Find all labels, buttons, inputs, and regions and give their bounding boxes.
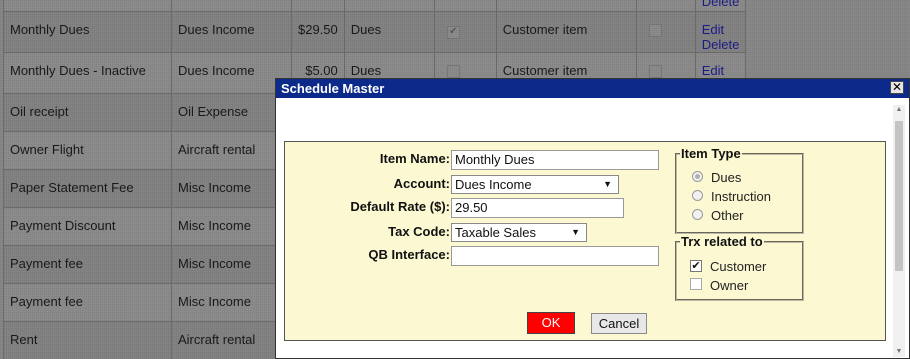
item-type-instruction-label: Instruction bbox=[711, 189, 771, 204]
scroll-down-icon[interactable]: ▼ bbox=[893, 347, 905, 357]
chevron-down-icon: ▼ bbox=[603, 179, 612, 189]
row-account: Aircraft rental bbox=[171, 131, 292, 170]
row-account: Dues Income bbox=[171, 52, 292, 94]
row-name: Payment fee bbox=[3, 245, 172, 284]
row-actions: Delete bbox=[694, 0, 747, 12]
row-account: Misc Income bbox=[171, 207, 292, 246]
owner-checkbox[interactable] bbox=[690, 278, 702, 290]
scroll-up-icon[interactable]: ▲ bbox=[893, 105, 905, 115]
row-checkbox-cell bbox=[433, 0, 497, 12]
dialog-titlebar: Schedule Master ✕ bbox=[276, 79, 909, 98]
customer-checkbox[interactable]: ✔ bbox=[690, 260, 702, 272]
row-trx: Customer item bbox=[495, 11, 637, 53]
delete-link[interactable]: Delete bbox=[702, 37, 740, 52]
row-actions: EditDelete bbox=[694, 11, 747, 53]
item-type-other-radio[interactable] bbox=[692, 209, 703, 220]
row-checkbox[interactable] bbox=[446, 65, 460, 78]
default-rate-input[interactable]: 29.50 bbox=[451, 198, 624, 218]
owner-label: Owner bbox=[710, 278, 749, 293]
table-row: Delete bbox=[3, 0, 747, 12]
row-name: Monthly Dues - Inactive bbox=[3, 52, 172, 94]
row-account: Oil Expense bbox=[171, 93, 292, 132]
row-account: Misc Income bbox=[171, 245, 292, 284]
qb-interface-label: QB Interface: bbox=[368, 247, 450, 262]
item-type-instruction-radio[interactable] bbox=[692, 190, 703, 201]
customer-label: Customer bbox=[710, 259, 767, 274]
delete-link[interactable]: Delete bbox=[702, 0, 740, 9]
account-label: Account: bbox=[393, 176, 450, 191]
item-type-dues-label: Dues bbox=[711, 170, 742, 185]
chevron-down-icon: ▼ bbox=[571, 227, 580, 237]
item-type-legend: Item Type bbox=[681, 146, 741, 161]
row-trx bbox=[495, 0, 637, 12]
row-name: Paper Statement Fee bbox=[3, 169, 172, 208]
row-type: Dues bbox=[343, 11, 435, 53]
row-account bbox=[171, 0, 292, 12]
row-name: Payment Discount bbox=[3, 207, 172, 246]
row-name: Payment fee bbox=[3, 283, 172, 322]
default-rate-label: Default Rate ($): bbox=[350, 199, 450, 214]
row-account: Misc Income bbox=[171, 283, 292, 322]
item-name-input[interactable]: Monthly Dues bbox=[451, 150, 659, 170]
item-name-label: Item Name: bbox=[379, 151, 450, 166]
item-type-other-label: Other bbox=[711, 208, 744, 223]
row-checkbox[interactable] bbox=[648, 24, 662, 37]
row-checkbox-cell-2 bbox=[635, 0, 696, 12]
tax-code-select-value: Taxable Sales bbox=[455, 225, 536, 240]
edit-link[interactable]: Edit bbox=[702, 63, 740, 78]
row-name: Rent bbox=[3, 321, 172, 359]
row-name: Oil receipt bbox=[3, 93, 172, 132]
dialog-scrollbar[interactable]: ▲ ▼ bbox=[893, 105, 905, 357]
item-form: Item Name: Monthly Dues Account: Dues In… bbox=[284, 141, 886, 341]
row-account: Dues Income bbox=[171, 11, 292, 53]
row-rate: $29.50 bbox=[291, 11, 345, 53]
row-checkbox-cell-2 bbox=[635, 11, 696, 53]
account-select-value: Dues Income bbox=[455, 177, 532, 192]
qb-interface-input[interactable] bbox=[451, 246, 659, 266]
row-name bbox=[3, 0, 172, 12]
scroll-thumb[interactable] bbox=[895, 121, 903, 271]
table-row: Monthly Dues Dues Income $29.50 Dues ✔ Custom… bbox=[3, 11, 747, 53]
tax-code-select[interactable]: Taxable Sales ▼ bbox=[451, 223, 587, 242]
trx-related-legend: Trx related to bbox=[681, 234, 763, 249]
row-checkbox[interactable] bbox=[648, 65, 662, 78]
close-icon[interactable]: ✕ bbox=[890, 81, 904, 94]
row-name: Monthly Dues bbox=[3, 11, 172, 53]
row-account: Aircraft rental bbox=[171, 321, 292, 359]
dialog-title: Schedule Master bbox=[281, 81, 385, 96]
row-rate bbox=[291, 0, 345, 12]
row-checkbox-cell: ✔ bbox=[433, 11, 497, 53]
schedule-master-dialog: Schedule Master ✕ ▲ ▼ Item Name: Monthly… bbox=[275, 78, 910, 359]
item-type-dues-radio[interactable] bbox=[692, 171, 703, 182]
edit-link[interactable]: Edit bbox=[702, 22, 740, 37]
tax-code-label: Tax Code: bbox=[388, 224, 450, 239]
cancel-button[interactable]: Cancel bbox=[591, 313, 647, 334]
account-select[interactable]: Dues Income ▼ bbox=[451, 175, 619, 194]
row-name: Owner Flight bbox=[3, 131, 172, 170]
row-checkbox[interactable]: ✔ bbox=[446, 26, 460, 39]
row-account: Misc Income bbox=[171, 169, 292, 208]
row-type bbox=[343, 0, 435, 12]
ok-button[interactable]: OK bbox=[527, 312, 575, 334]
